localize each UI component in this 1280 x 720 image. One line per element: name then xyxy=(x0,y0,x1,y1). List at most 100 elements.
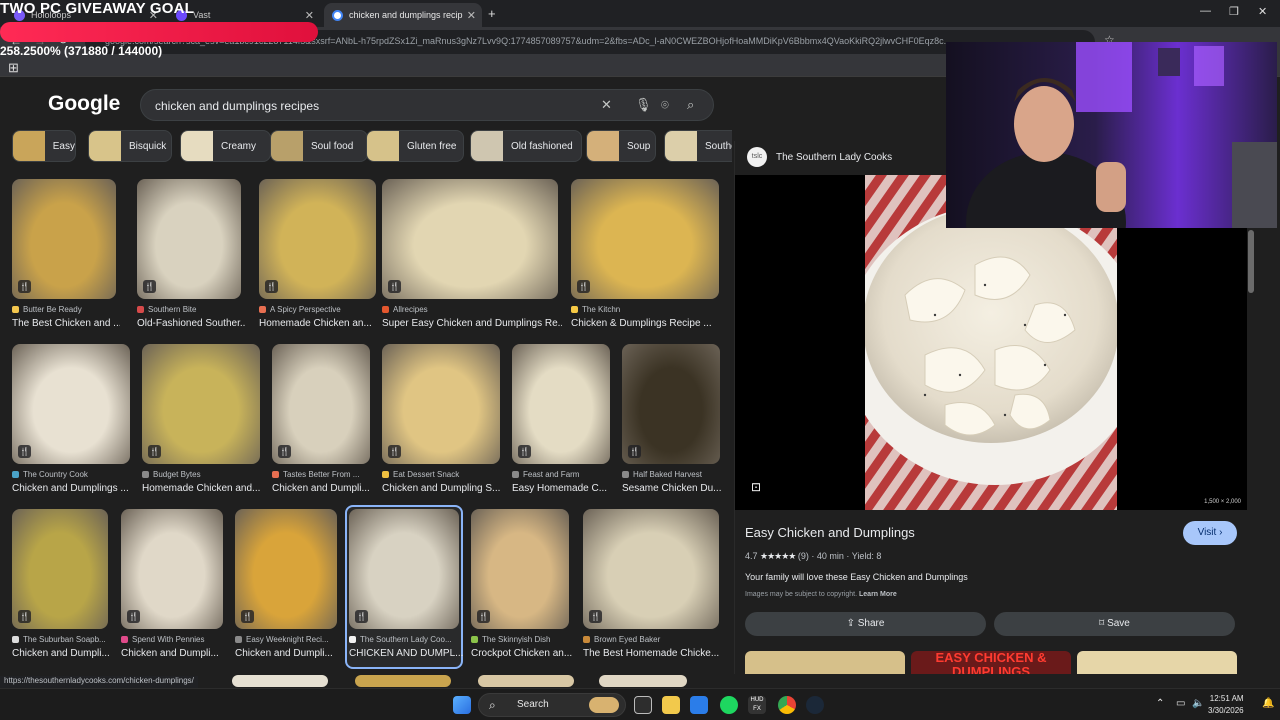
result-item[interactable]: 🍴 The Skinnyish Dish Crockpot Chicken an..… xyxy=(471,509,572,669)
chrome-icon[interactable] xyxy=(778,696,796,714)
save-button[interactable]: ⌑ Save xyxy=(994,612,1235,636)
result-thumbnail[interactable]: 🍴 xyxy=(235,509,337,629)
result-source[interactable]: The Skinnyish Dish xyxy=(471,635,550,644)
maximize-icon[interactable]: ❐ xyxy=(1229,5,1239,18)
spotify-icon[interactable] xyxy=(720,696,738,714)
related-thumbnail[interactable] xyxy=(745,651,905,674)
result-title[interactable]: Super Easy Chicken and Dumplings Re... xyxy=(382,318,562,329)
chip-creamy[interactable]: Creamy xyxy=(180,130,271,162)
share-button[interactable]: ⇪ Share xyxy=(745,612,986,636)
result-thumbnail[interactable]: 🍴 xyxy=(12,179,116,299)
result-thumbnail[interactable]: 🍴 xyxy=(571,179,719,299)
result-source[interactable]: The Southern Lady Coo... xyxy=(349,635,452,644)
result-thumbnail[interactable]: 🍴 xyxy=(382,179,558,299)
chip-southern[interactable]: Southe xyxy=(664,130,732,162)
result-item[interactable]: 🍴 The Suburban Soapb... Chicken and Dumpli… xyxy=(12,509,110,669)
result-thumbnail-partial[interactable] xyxy=(355,675,451,687)
result-thumbnail[interactable]: 🍴 xyxy=(142,344,260,464)
result-thumbnail[interactable]: 🍴 xyxy=(137,179,241,299)
result-title[interactable]: Crockpot Chicken an... xyxy=(471,648,573,659)
result-thumbnail[interactable]: 🍴 xyxy=(272,344,370,464)
result-source[interactable]: Allrecipes xyxy=(382,305,428,314)
result-item[interactable]: 🍴 Half Baked Harvest Sesame Chicken Du... xyxy=(622,344,722,504)
chip-easy[interactable]: Easy xyxy=(12,130,76,162)
result-thumbnail-partial[interactable] xyxy=(232,675,328,687)
clear-icon[interactable]: ✕ xyxy=(601,97,612,113)
result-source[interactable]: The Country Cook xyxy=(12,470,88,479)
search-box[interactable]: chicken and dumplings recipes ✕ 🎙 ⌾ ⌕ xyxy=(140,89,714,121)
result-item[interactable]: 🍴 Southern Bite Old-Fashioned Souther... xyxy=(137,179,245,339)
result-title[interactable]: Chicken and Dumpli... xyxy=(272,483,374,494)
steam-icon[interactable] xyxy=(806,696,824,714)
taskbar-search[interactable]: ⌕ Search xyxy=(478,693,626,717)
result-item[interactable]: 🍴 Brown Eyed Baker The Best Homemade Chick… xyxy=(583,509,719,669)
result-title[interactable]: Homemade Chicken an... xyxy=(259,318,380,329)
apps-grid-icon[interactable]: ⊞ xyxy=(8,60,19,76)
result-title[interactable]: Chicken & Dumplings Recipe ... xyxy=(571,318,723,329)
result-item[interactable]: 🍴 A Spicy Perspective Homemade Chicken an.… xyxy=(259,179,376,339)
result-item[interactable]: 🍴 Spend With Pennies Chicken and Dumpli... xyxy=(121,509,223,669)
close-tab-icon[interactable]: ✕ xyxy=(467,9,476,22)
result-item[interactable]: 🍴 Budget Bytes Homemade Chicken and... xyxy=(142,344,260,504)
result-title[interactable]: Chicken and Dumpling S... xyxy=(382,483,504,494)
result-thumbnail-partial[interactable] xyxy=(478,675,574,687)
microphone-icon[interactable]: 🎙 xyxy=(635,97,652,113)
chip-gluten-free[interactable]: Gluten free xyxy=(366,130,464,162)
result-source[interactable]: Half Baked Harvest xyxy=(622,470,702,479)
notepad-icon[interactable] xyxy=(690,696,708,714)
result-thumbnail[interactable]: 🍴 xyxy=(12,344,130,464)
new-tab-button[interactable]: + xyxy=(488,6,496,21)
result-title[interactable]: Chicken and Dumplings ... xyxy=(12,483,134,494)
result-item[interactable]: 🍴 Easy Weeknight Reci... Chicken and Dumpl… xyxy=(235,509,337,669)
result-source[interactable]: Budget Bytes xyxy=(142,470,201,479)
result-title[interactable]: Chicken and Dumpli... xyxy=(235,648,341,659)
result-title[interactable]: Chicken and Dumpli... xyxy=(121,648,227,659)
search-inside-image-icon[interactable]: ⊡ xyxy=(751,480,761,494)
result-thumbnail[interactable]: 🍴 xyxy=(12,509,108,629)
result-thumbnail-partial[interactable] xyxy=(599,675,687,687)
result-source[interactable]: Butter Be Ready xyxy=(12,305,82,314)
related-thumbnail[interactable] xyxy=(1077,651,1237,674)
result-item[interactable]: 🍴 Feast and Farm Easy Homemade C... xyxy=(512,344,610,504)
start-icon[interactable] xyxy=(453,696,471,714)
result-thumbnail[interactable]: 🍴 xyxy=(471,509,569,629)
file-explorer-icon[interactable] xyxy=(662,696,680,714)
result-item[interactable]: 🍴 Allrecipes Super Easy Chicken and Dumpli… xyxy=(382,179,562,339)
result-thumbnail[interactable]: 🍴 xyxy=(121,509,223,629)
result-source[interactable]: Eat Dessert Snack xyxy=(382,470,459,479)
google-logo[interactable]: Google xyxy=(48,92,120,116)
lens-icon[interactable]: ⌾ xyxy=(661,97,669,113)
result-title[interactable]: Homemade Chicken and... xyxy=(142,483,264,494)
search-icon[interactable]: ⌕ xyxy=(687,97,694,113)
result-source[interactable]: The Suburban Soapb... xyxy=(12,635,106,644)
visit-button[interactable]: Visit › xyxy=(1183,521,1237,545)
result-thumbnail[interactable]: 🍴 xyxy=(512,344,610,464)
result-title[interactable]: CHICKEN AND DUMPL... xyxy=(349,648,463,659)
result-item[interactable]: 🍴 Butter Be Ready The Best Chicken and ... xyxy=(12,179,120,339)
result-source[interactable]: Feast and Farm xyxy=(512,470,579,479)
result-item[interactable]: 🍴 The Kitchn Chicken & Dumplings Recipe ..… xyxy=(571,179,719,339)
result-title[interactable]: Old-Fashioned Souther... xyxy=(137,318,245,329)
related-thumbnail[interactable]: EASY CHICKEN & DUMPLINGS xyxy=(911,651,1071,674)
preview-title[interactable]: Easy Chicken and Dumplings xyxy=(745,525,915,540)
close-window-icon[interactable]: ✕ xyxy=(1258,5,1267,18)
result-source[interactable]: Spend With Pennies xyxy=(121,635,205,644)
result-title[interactable]: The Best Homemade Chicke... xyxy=(583,648,723,659)
result-item[interactable]: 🍴 Eat Dessert Snack Chicken and Dumpling S… xyxy=(382,344,500,504)
close-tab-icon[interactable]: ✕ xyxy=(305,9,314,22)
task-view-icon[interactable] xyxy=(634,696,652,714)
result-title[interactable]: Easy Homemade C... xyxy=(512,483,614,494)
result-item[interactable]: 🍴 Tastes Better From ... Chicken and Dumpl… xyxy=(272,344,370,504)
search-input[interactable]: chicken and dumplings recipes xyxy=(155,99,319,113)
learn-more-link[interactable]: Learn More xyxy=(859,591,897,598)
result-thumbnail[interactable]: 🍴 xyxy=(349,509,459,629)
result-thumbnail[interactable]: 🍴 xyxy=(583,509,719,629)
chip-soul-food[interactable]: Soul food xyxy=(270,130,368,162)
system-clock[interactable]: 12:51 AM 3/30/2026 xyxy=(1208,693,1244,717)
result-thumbnail[interactable]: 🍴 xyxy=(382,344,500,464)
chip-soup[interactable]: Soup xyxy=(586,130,656,162)
result-item[interactable]: 🍴 The Country Cook Chicken and Dumplings .… xyxy=(12,344,130,504)
result-source[interactable]: The Kitchn xyxy=(571,305,620,314)
result-source[interactable]: A Spicy Perspective xyxy=(259,305,341,314)
result-source[interactable]: Tastes Better From ... xyxy=(272,470,359,479)
